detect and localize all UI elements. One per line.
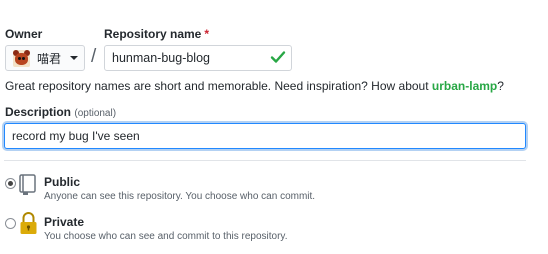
private-radio[interactable] xyxy=(5,218,16,229)
owner-repo-separator: / xyxy=(91,46,97,67)
optional-hint: (optional) xyxy=(74,108,117,119)
private-description: You choose who can see and commit to thi… xyxy=(44,231,288,242)
repository-name-label: Repository name * xyxy=(104,27,209,41)
check-icon xyxy=(270,51,286,63)
owner-name: 喵君 xyxy=(37,51,62,66)
owner-avatar xyxy=(13,49,30,67)
lock-icon xyxy=(20,212,37,234)
repository-name-input[interactable] xyxy=(104,45,292,71)
public-title: Public xyxy=(44,175,81,189)
hint-suffix: ? xyxy=(497,79,504,93)
description-input[interactable] xyxy=(4,123,526,149)
private-title: Private xyxy=(44,215,85,229)
suggested-name-link[interactable]: urban-lamp xyxy=(432,79,497,93)
description-label-text: Description xyxy=(5,105,72,119)
repository-name-label-text: Repository name xyxy=(104,27,202,41)
owner-dropdown[interactable]: 喵君 xyxy=(5,45,85,71)
repo-book-icon xyxy=(19,174,36,195)
public-radio[interactable] xyxy=(5,178,16,189)
divider xyxy=(4,160,526,161)
description-label: Description (optional) xyxy=(5,105,116,119)
public-description: Anyone can see this repository. You choo… xyxy=(44,191,316,202)
caret-down-icon xyxy=(70,56,78,60)
owner-label: Owner xyxy=(5,27,43,41)
required-marker: * xyxy=(204,27,210,41)
hint-text: Great repository names are short and mem… xyxy=(5,79,429,93)
repository-name-hint: Great repository names are short and mem… xyxy=(5,79,504,93)
